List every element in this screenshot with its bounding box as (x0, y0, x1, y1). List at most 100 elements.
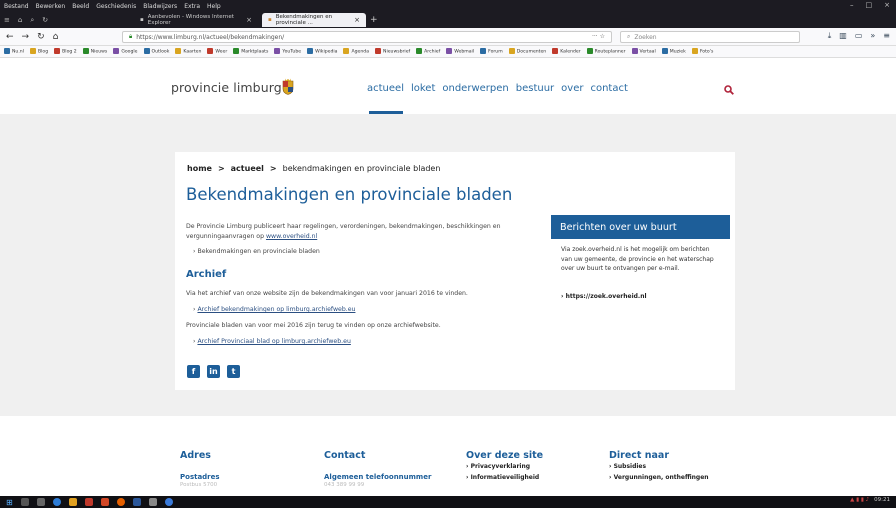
taskbar-powerpoint-icon[interactable] (100, 498, 109, 506)
reload-icon[interactable]: ↻ (37, 32, 45, 42)
bookmark-item[interactable]: Nieuwsbrief (375, 48, 410, 55)
home-icon[interactable]: ⌂ (53, 32, 59, 42)
zoek-overheid-link[interactable]: › https://zoek.overheid.nl (561, 293, 647, 300)
limburg-crest-icon[interactable] (282, 78, 294, 95)
footer-heading-over: Over deze site (466, 450, 544, 461)
close-icon[interactable]: × (354, 16, 360, 24)
tray-clock[interactable]: 09:21 (874, 497, 890, 503)
nav-loket[interactable]: loket (411, 83, 435, 94)
menu-item-help[interactable]: Help (207, 3, 221, 10)
archive-provinciaal-blad-link[interactable]: Archief Provinciaal blad op limburg.arch… (197, 338, 350, 345)
forward-icon[interactable]: → (22, 32, 30, 42)
taskbar-explorer-icon[interactable] (68, 498, 77, 506)
back-icon[interactable]: ← (6, 32, 14, 42)
search-input[interactable]: ⌕ Zoeken (620, 31, 800, 43)
close-icon[interactable]: × (246, 16, 252, 24)
library-icon[interactable]: ▥ (839, 31, 847, 41)
footer-link-informatieveiligheid[interactable]: › Informatieveiligheid (466, 472, 543, 483)
taskbar-search-icon[interactable] (20, 498, 29, 506)
bookmark-item[interactable]: Weer (207, 48, 227, 55)
bekendmakingen-link[interactable]: Bekendmakingen en provinciale bladen (197, 248, 319, 255)
nav-contact[interactable]: contact (590, 83, 627, 94)
taskbar-firefox-icon[interactable] (116, 498, 125, 506)
twitter-icon[interactable]: t (227, 365, 240, 378)
menu-item-file[interactable]: Bestand (4, 3, 29, 10)
footer-link-vergunningen[interactable]: › Vergunningen, ontheffingen (609, 472, 709, 483)
page-actions-menu[interactable]: ··· (592, 33, 598, 40)
menu-item-view[interactable]: Beeld (72, 3, 89, 10)
nav-over[interactable]: over (561, 83, 583, 94)
footer-heading-contact: Contact (324, 450, 366, 461)
tab-title: Aanbevolen - Windows Internet Explorer (147, 14, 234, 26)
bookmark-item[interactable]: Vertaal (631, 48, 656, 55)
bookmark-item[interactable]: YouTube (274, 48, 301, 55)
bookmark-item[interactable]: Foto's (691, 48, 713, 55)
bookmark-item[interactable]: Documenten (508, 48, 546, 55)
new-tab-icon[interactable]: + (370, 15, 378, 25)
windows-start-icon[interactable]: ⊞ (6, 498, 13, 507)
minimize-button[interactable]: – (850, 1, 854, 9)
refresh-small-icon[interactable]: ↻ (42, 16, 48, 25)
close-window-button[interactable]: × (884, 1, 890, 9)
bookmark-item[interactable]: Blog (30, 48, 48, 55)
url-input[interactable]: 🔒︎ https://www.limburg.nl/actueel/bekend… (122, 31, 612, 43)
breadcrumb-actueel[interactable]: actueel (231, 164, 264, 173)
footer-phone[interactable]: 043 389 99 99 (324, 482, 431, 488)
nav-actueel[interactable]: actueel (367, 83, 404, 94)
bookmark-item[interactable]: Outlook (143, 48, 169, 55)
facebook-icon[interactable]: f (187, 365, 200, 378)
taskbar-taskview-icon[interactable] (36, 498, 45, 506)
bookmark-label: Routeplanner (594, 49, 626, 55)
site-logo-text[interactable]: provincie limburg (171, 80, 282, 95)
menu-item-tools[interactable]: Extra (184, 3, 200, 10)
extensions-icon[interactable]: » (870, 31, 875, 41)
tab-explorer[interactable]: ▪ Aanbevolen - Windows Internet Explorer… (134, 13, 258, 27)
sidebar-icon[interactable]: ▭ (855, 31, 863, 41)
bookmark-item[interactable]: Nu.nl (4, 48, 24, 55)
bookmark-item[interactable]: Wikipedia (307, 48, 337, 55)
bookmark-favicon-icon (82, 48, 89, 55)
nav-onderwerpen[interactable]: onderwerpen (442, 83, 508, 94)
hamburger-icon[interactable]: ≡ (4, 16, 10, 25)
download-icon[interactable]: ⤓ (828, 31, 832, 41)
taskbar-chrome-icon[interactable] (52, 498, 61, 506)
bookmark-item[interactable]: Kalender (552, 48, 581, 55)
tab-bekendmakingen[interactable]: ▪ Bekendmakingen en provinciale ... × (262, 13, 366, 27)
page-actions[interactable]: ··· ☆ (592, 33, 605, 40)
tray-icons[interactable]: ▲ ▮ ▮ ♪ (850, 497, 869, 503)
site-search-icon[interactable] (724, 85, 734, 95)
bookmark-favicon-icon (586, 48, 593, 55)
menu-item-edit[interactable]: Bewerken (36, 3, 66, 10)
footer-link-privacy[interactable]: › Privacyverklaring (466, 461, 543, 472)
menu-icon[interactable]: ≡ (883, 31, 890, 41)
menu-item-history[interactable]: Geschiedenis (96, 3, 136, 10)
archive-bekendmakingen-link[interactable]: Archief bekendmakingen op limburg.archie… (197, 306, 355, 313)
bookmark-item[interactable]: Kaarten (175, 48, 201, 55)
taskbar-word-icon[interactable] (132, 498, 141, 506)
footer-link-subsidies[interactable]: › Subsidies (609, 461, 709, 472)
taskbar-app-icon[interactable] (164, 498, 173, 506)
breadcrumb-current: bekendmakingen en provinciale bladen (282, 164, 441, 173)
search-small-icon[interactable]: ⌕ (30, 16, 34, 25)
taskbar-app-icon[interactable] (148, 498, 157, 506)
bookmark-item[interactable]: Agenda (343, 48, 369, 55)
bookmark-label: Wikipedia (315, 49, 338, 55)
bookmark-item[interactable]: Forum (480, 48, 503, 55)
home-small-icon[interactable]: ⌂ (18, 16, 22, 25)
menu-item-bookmarks[interactable]: Bladwijzers (143, 3, 177, 10)
star-icon[interactable]: ☆ (600, 33, 605, 40)
bookmark-item[interactable]: Marktplaats (233, 48, 268, 55)
bookmark-item[interactable]: Archief (416, 48, 440, 55)
bookmark-item[interactable]: Nieuws (82, 48, 107, 55)
maximize-button[interactable]: □ (866, 1, 873, 9)
bookmark-item[interactable]: Webmail (446, 48, 474, 55)
linkedin-icon[interactable]: in (207, 365, 220, 378)
bookmark-item[interactable]: Routeplanner (586, 48, 626, 55)
overheid-link[interactable]: www.overheid.nl (266, 233, 317, 240)
bookmark-item[interactable]: Google (113, 48, 138, 55)
bookmark-item[interactable]: Blog 2 (54, 48, 77, 55)
bookmark-item[interactable]: Muziek (661, 48, 686, 55)
taskbar-edge-icon[interactable] (84, 498, 93, 506)
nav-bestuur[interactable]: bestuur (516, 83, 554, 94)
breadcrumb-home[interactable]: home (187, 164, 212, 173)
